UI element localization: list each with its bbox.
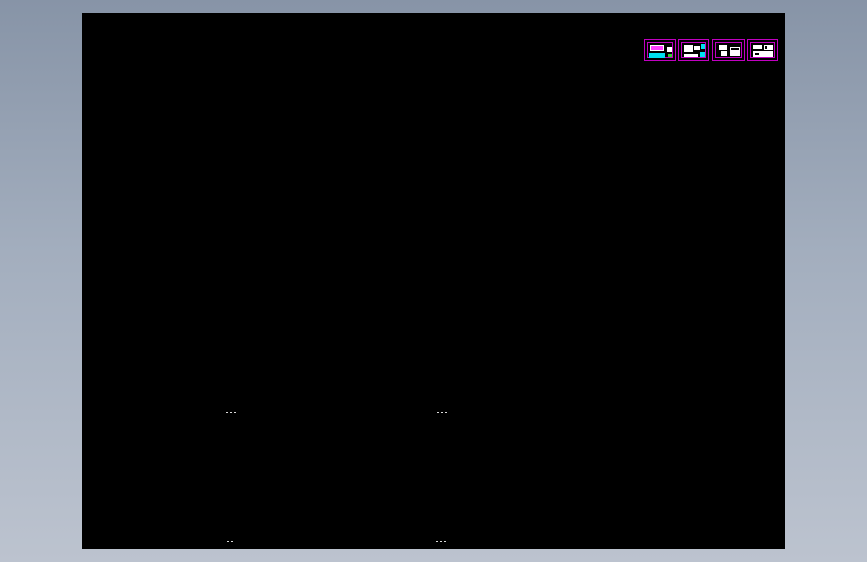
drawing-thumbnail-icon — [719, 45, 740, 56]
sheet-frame — [750, 42, 775, 58]
drawing-sheet-1[interactable] — [644, 39, 676, 61]
drawing-mark — [437, 412, 447, 414]
drawing-sheet-3[interactable] — [712, 39, 745, 61]
drawing-thumbnail-icon — [649, 45, 672, 58]
sheet-frame — [647, 42, 673, 58]
drawing-sheet-2[interactable] — [678, 39, 709, 61]
sheet-frame — [715, 42, 742, 58]
drawing-thumbnail-icon — [753, 45, 773, 57]
sheet-frame — [681, 42, 706, 58]
drawing-mark — [436, 541, 446, 543]
cad-model-space-viewport[interactable] — [82, 13, 785, 549]
drawing-sheet-4[interactable] — [747, 39, 778, 61]
drawing-mark — [226, 412, 236, 414]
drawing-mark — [227, 541, 233, 543]
drawing-thumbnail-icon — [684, 44, 705, 57]
